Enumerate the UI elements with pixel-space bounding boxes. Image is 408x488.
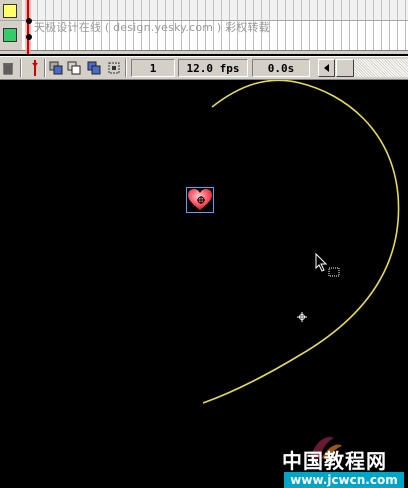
frame-rate-display[interactable]: 12.0 fps xyxy=(178,59,248,77)
center-frame-icon[interactable] xyxy=(27,60,43,76)
motion-guide-path[interactable] xyxy=(0,80,408,420)
watermark-brand: 中国教程网 xyxy=(282,449,387,473)
layer-color-yellow[interactable] xyxy=(3,4,17,18)
layer-row-1[interactable] xyxy=(0,0,408,21)
separator xyxy=(44,59,46,77)
heart-symbol-instance[interactable] xyxy=(186,187,214,213)
playhead[interactable] xyxy=(27,0,29,54)
edit-multiple-frames-icon[interactable] xyxy=(86,60,102,76)
move-cursor-icon xyxy=(315,253,340,277)
layer-color-green[interactable] xyxy=(3,28,17,42)
timeline-scroll-thumb[interactable] xyxy=(336,59,354,77)
stage-canvas[interactable]: 中国教程网 www.jcwcn.com xyxy=(0,80,408,488)
watermark-caption: 天极设计在线 ( design.yesky.com ) 彩权转载 xyxy=(34,21,270,34)
frame-strip-1[interactable] xyxy=(22,0,408,20)
chevron-left-icon xyxy=(323,64,329,72)
keyframe-marker[interactable] xyxy=(26,18,32,24)
elapsed-time-display: 0.0s xyxy=(252,59,310,77)
separator xyxy=(20,59,22,77)
onion-markers-icon[interactable] xyxy=(106,60,122,76)
scroll-left-button[interactable] xyxy=(318,59,335,77)
registration-point-icon xyxy=(297,312,307,322)
onion-skin-icon[interactable] xyxy=(48,60,64,76)
heart-icon xyxy=(188,189,212,210)
separator xyxy=(125,59,127,77)
timeline-panel: 天极设计在线 ( design.yesky.com ) 彩权转载 xyxy=(0,0,408,54)
onion-outlines-icon[interactable] xyxy=(66,60,82,76)
watermark-url: www.jcwcn.com xyxy=(284,472,404,488)
keyframe-marker[interactable] xyxy=(26,34,32,40)
timeline-status-bar: 1 12.0 fps 0.0s xyxy=(0,56,408,80)
current-frame-display: 1 xyxy=(131,59,175,77)
trash-icon[interactable] xyxy=(0,60,16,76)
